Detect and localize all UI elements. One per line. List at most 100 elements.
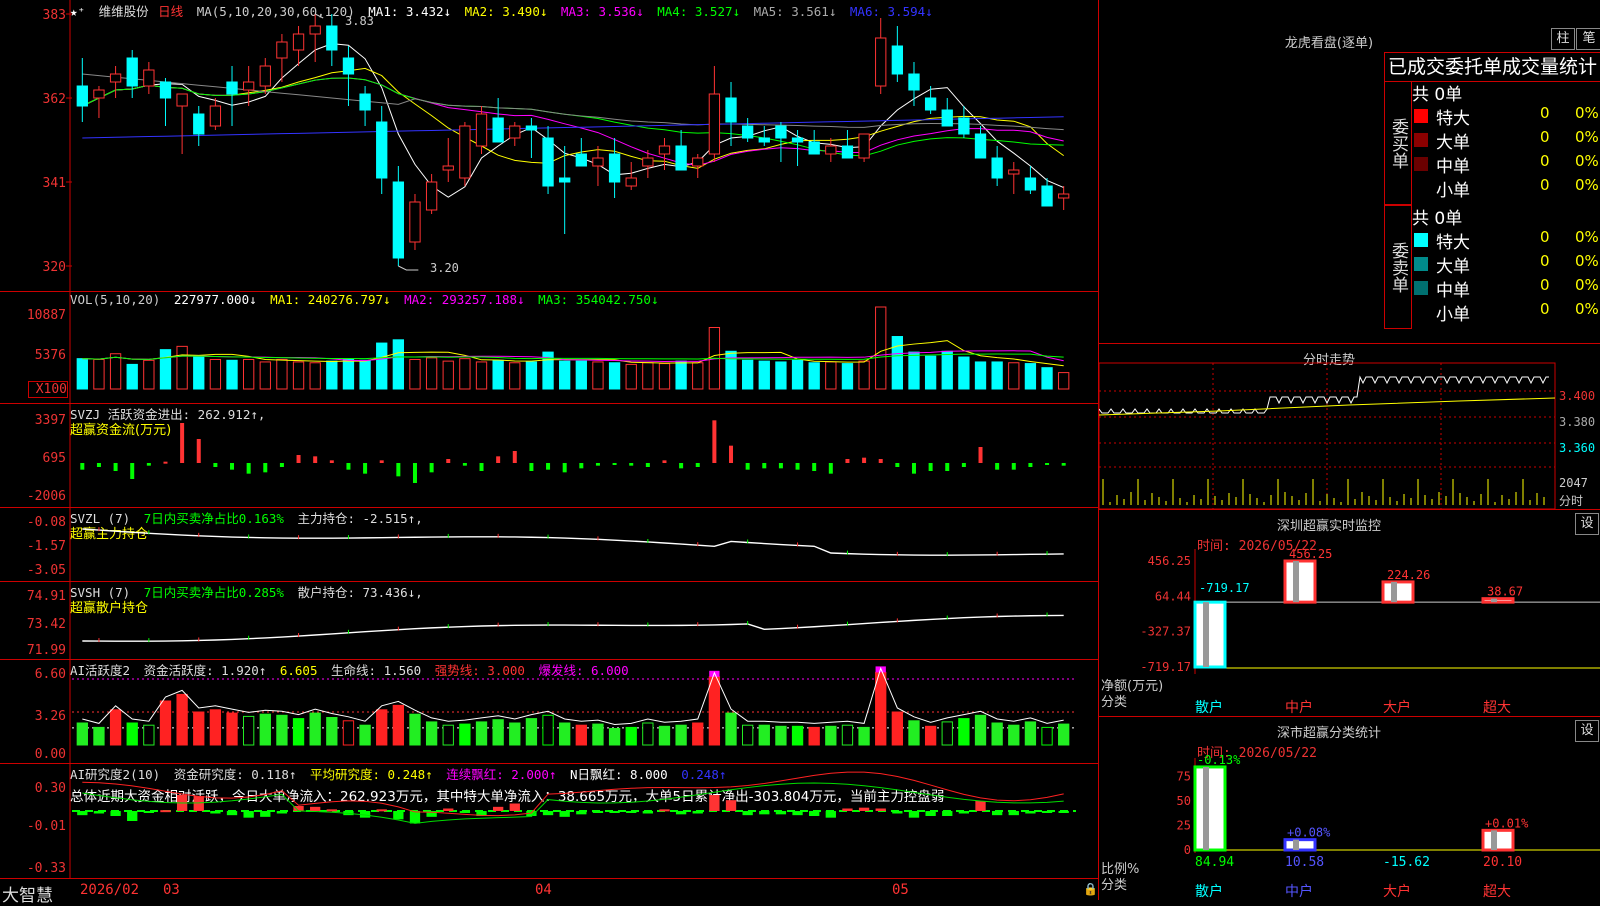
svzl-chart xyxy=(69,507,1064,581)
svzj-bar xyxy=(595,463,600,466)
research-bar xyxy=(310,806,321,811)
candle-body xyxy=(608,153,621,183)
candle-body xyxy=(309,25,321,35)
ai1-panel[interactable]: AI活跃度2 资金活跃度: 1.920↑ 6.605 生命线: 1.560 强势… xyxy=(0,659,1098,764)
candle-body xyxy=(76,85,88,107)
svzj-bar xyxy=(1045,463,1050,465)
research-bar xyxy=(127,811,138,821)
activity-bar xyxy=(226,712,238,746)
volume-bar xyxy=(1008,362,1020,390)
low-marker xyxy=(398,265,419,271)
svsh-panel[interactable]: SVSH (7) 7日内买卖净占比0.285% 散户持仓: 73.436↓, 超… xyxy=(0,581,1098,660)
volume-bar xyxy=(858,360,870,390)
svzj-bar xyxy=(795,463,800,470)
szm-bar-2 xyxy=(1283,559,1317,604)
row-pct: 0% xyxy=(1575,276,1599,294)
candle-body xyxy=(392,181,405,259)
research-bar xyxy=(709,795,720,811)
candle-body xyxy=(858,133,870,159)
szm-tick-3: -327.37 xyxy=(1140,625,1191,639)
research-bar xyxy=(326,809,337,812)
bar-mode-button[interactable]: 柱 xyxy=(1551,28,1575,50)
candle-body xyxy=(143,69,155,87)
svzj-bar xyxy=(529,463,534,471)
lhb-row: 大单 0 0% xyxy=(1412,252,1600,277)
volume-bar xyxy=(292,361,305,390)
research-bar xyxy=(809,811,820,816)
szc-value-3: -15.62 xyxy=(1383,855,1430,870)
svzj-bar xyxy=(745,463,750,470)
activity-bar xyxy=(359,724,371,746)
svzl-panel[interactable]: SVZL (7) 7日内买卖净占比0.163% 主力持仓: -2.515↑, 超… xyxy=(0,507,1098,582)
volume-bar xyxy=(941,350,953,390)
svzj-bar xyxy=(762,463,767,469)
svzj-bar xyxy=(695,463,700,467)
activity-bar xyxy=(93,726,105,746)
volume-bar xyxy=(642,362,654,390)
activity-bar xyxy=(342,720,355,746)
candle-body xyxy=(991,157,1003,179)
volume-bar xyxy=(1024,363,1037,390)
row-pct: 0% xyxy=(1575,252,1599,270)
research-bar xyxy=(775,811,787,815)
lock-icon[interactable]: 🔒 xyxy=(1083,882,1098,896)
candle-body xyxy=(326,25,338,51)
activity-bar xyxy=(808,726,820,746)
lhb-panel: 龙虎看盘(逐单) 柱 笔 已成交委托单成交量统计 委买单 委卖单 共 0单 共 … xyxy=(1098,0,1600,344)
activity-bar xyxy=(658,725,671,746)
volume-bar xyxy=(924,355,937,390)
svzj-bar xyxy=(1028,463,1033,467)
candle-body xyxy=(292,33,305,51)
svzj-panel[interactable]: SVZJ 活跃资金进出: 262.912↑, 超赢资金流(万元) 3397 69… xyxy=(0,403,1098,508)
price-panel[interactable]: ★⁺ 维维股份 日线 MA(5,10,20,30,60,120) MA1: 3.… xyxy=(0,0,1098,292)
szm-value-4: 38.67 xyxy=(1487,585,1523,599)
svzj-bar xyxy=(479,463,484,471)
candle-body xyxy=(741,125,754,139)
volume-bar xyxy=(575,360,587,390)
candle-body xyxy=(642,157,654,167)
sz-class-panel[interactable]: 深市超赢分类统计 设 时间: 2026/05/22 75 50 25 0 -0.13% 8… xyxy=(1098,716,1600,900)
research-bar xyxy=(675,811,687,815)
svzj-bar xyxy=(928,463,933,471)
szc-value-4: 20.10 xyxy=(1483,855,1522,870)
activity-bar xyxy=(525,718,538,746)
research-bar xyxy=(160,810,171,813)
research-bar xyxy=(592,811,604,813)
date-axis: 大智慧 2026/02 03 04 05 🔒 xyxy=(0,878,1098,906)
candle-body xyxy=(475,113,488,147)
lhb-row: 中单 0 0% xyxy=(1412,276,1600,301)
lhb-row: 中单 0 0% xyxy=(1412,152,1600,177)
volume-panel[interactable]: VOL(5,10,20) 227977.000↓ MA1: 240276.797… xyxy=(0,291,1098,404)
activity-bar xyxy=(292,718,305,746)
szm-bar-1 xyxy=(1193,600,1227,669)
volume-bar xyxy=(442,360,454,390)
tick-mode-button[interactable]: 笔 xyxy=(1576,28,1600,50)
research-bar xyxy=(409,811,421,824)
candle-body xyxy=(908,73,920,91)
activity-bar xyxy=(442,724,454,746)
activity-bar xyxy=(858,726,870,746)
svzj-bar xyxy=(496,456,501,463)
volume-bar xyxy=(725,350,737,390)
candle-body xyxy=(242,81,255,91)
sz-monitor-panel[interactable]: 深圳超赢实时监控 设 时间: 2026/05/22 456.25 64.44 -32… xyxy=(1098,509,1600,717)
svzj-bar xyxy=(263,463,268,473)
szm-value-1: -719.17 xyxy=(1199,581,1250,595)
fenshi-avg-line xyxy=(1099,397,1556,416)
svzj-bar xyxy=(546,463,551,470)
research-red-line xyxy=(82,771,1064,817)
volume-bar xyxy=(459,358,471,390)
activity-bar xyxy=(758,724,770,746)
research-bar xyxy=(842,808,853,811)
activity-bar xyxy=(875,671,887,746)
ai2-panel[interactable]: AI研究度2(10) 资金研究度: 0.118↑ 平均研究度: 0.248↑ 连… xyxy=(0,763,1098,879)
lhb-heading: 已成交委托单成交量统计 xyxy=(1384,52,1600,82)
research-bar xyxy=(925,811,936,816)
szm-cat-2: 中户 xyxy=(1285,699,1313,716)
volume-bar xyxy=(425,357,438,390)
activity-bar xyxy=(276,714,288,746)
candle-body xyxy=(159,81,172,99)
activity-bar xyxy=(991,722,1003,746)
fenshi-panel[interactable]: 分时走势 3.400 3.380 3.360 2047 分时 xyxy=(1098,343,1600,510)
szc-tick-1: 75 xyxy=(1177,770,1191,784)
